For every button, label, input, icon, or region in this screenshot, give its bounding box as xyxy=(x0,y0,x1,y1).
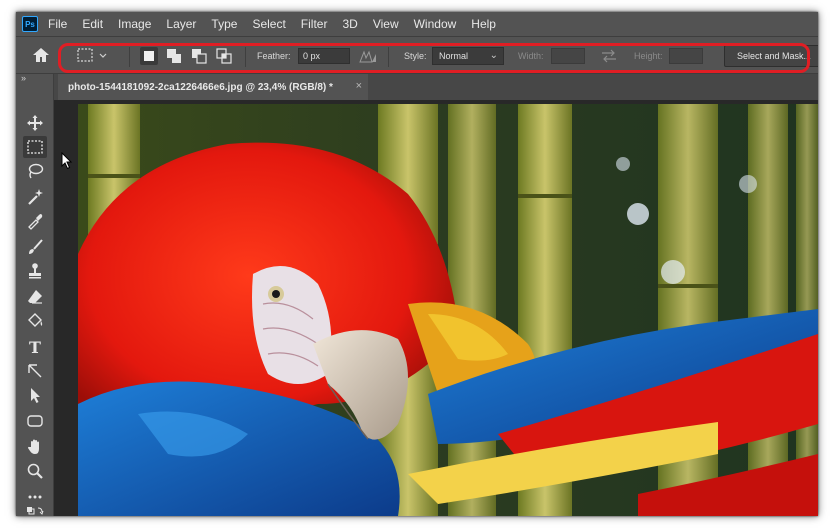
zoom-tool[interactable] xyxy=(23,460,47,482)
quick-selection-tool[interactable] xyxy=(23,186,47,208)
menu-bar: Ps File Edit Image Layer Type Select Fil… xyxy=(16,12,818,36)
close-icon[interactable]: × xyxy=(356,80,362,92)
brush-tool[interactable] xyxy=(23,236,47,258)
move-icon xyxy=(27,115,43,131)
lasso-icon xyxy=(28,163,44,179)
clone-stamp-tool[interactable] xyxy=(23,260,47,282)
hand-icon xyxy=(28,439,39,454)
brush-icon xyxy=(29,239,43,254)
lasso-tool[interactable] xyxy=(23,160,47,182)
mouse-cursor-icon xyxy=(61,152,73,170)
canvas-area[interactable] xyxy=(54,100,818,516)
home-button[interactable] xyxy=(30,45,52,65)
options-bar: Feather: 0 px Style: Normal ⌄ Width: Hei… xyxy=(16,36,818,74)
menu-image[interactable]: Image xyxy=(118,17,151,31)
menu-filter[interactable]: Filter xyxy=(301,17,328,31)
collapse-panel-icon[interactable]: » xyxy=(21,73,26,83)
options-bar-highlight-annotation xyxy=(58,43,810,73)
photoshop-logo: Ps xyxy=(22,16,38,32)
pen-icon xyxy=(28,364,42,378)
arrow-pointer-icon xyxy=(31,388,40,403)
stamp-icon xyxy=(29,263,41,279)
zoom-icon xyxy=(27,463,43,479)
rectangular-marquee-tool[interactable] xyxy=(23,136,47,158)
path-selection-tool[interactable] xyxy=(23,360,47,382)
photoshop-window: Ps File Edit Image Layer Type Select Fil… xyxy=(16,12,818,516)
menu-3d[interactable]: 3D xyxy=(342,17,357,31)
parrot-photo[interactable] xyxy=(78,104,818,516)
eraser-tool[interactable] xyxy=(23,286,47,308)
menu-type[interactable]: Type xyxy=(211,17,237,31)
paint-bucket-tool[interactable] xyxy=(23,310,47,332)
rounded-rectangle-icon xyxy=(27,415,43,427)
type-icon: T xyxy=(29,337,41,357)
direct-selection-tool[interactable] xyxy=(23,384,47,406)
swap-colors-icon xyxy=(27,507,44,515)
eyedropper-tool[interactable] xyxy=(23,210,47,232)
rectangle-tool[interactable] xyxy=(23,410,47,432)
menu-file[interactable]: File xyxy=(48,17,67,31)
document-tab-title: photo-1544181092-2ca1226466e6.jpg @ 23,4… xyxy=(68,81,333,93)
menu-view[interactable]: View xyxy=(373,17,399,31)
menu-layer[interactable]: Layer xyxy=(166,17,196,31)
default-colors-button[interactable] xyxy=(23,506,47,516)
document-tab[interactable]: photo-1544181092-2ca1226466e6.jpg @ 23,4… xyxy=(58,74,368,100)
document-tab-bar: photo-1544181092-2ca1226466e6.jpg @ 23,4… xyxy=(54,74,818,100)
marquee-icon xyxy=(27,140,43,154)
eyedropper-icon xyxy=(28,214,43,230)
menu-select[interactable]: Select xyxy=(252,17,285,31)
magic-wand-icon xyxy=(28,189,43,205)
eraser-icon xyxy=(28,290,42,304)
menu-window[interactable]: Window xyxy=(414,17,457,31)
menu-help[interactable]: Help xyxy=(471,17,496,31)
tools-panel: » T xyxy=(16,73,54,516)
paint-bucket-icon xyxy=(28,313,43,327)
hand-tool[interactable] xyxy=(23,436,47,458)
move-tool[interactable] xyxy=(23,112,47,134)
type-tool[interactable]: T xyxy=(23,336,47,358)
menu-edit[interactable]: Edit xyxy=(82,17,103,31)
home-icon xyxy=(33,48,49,62)
